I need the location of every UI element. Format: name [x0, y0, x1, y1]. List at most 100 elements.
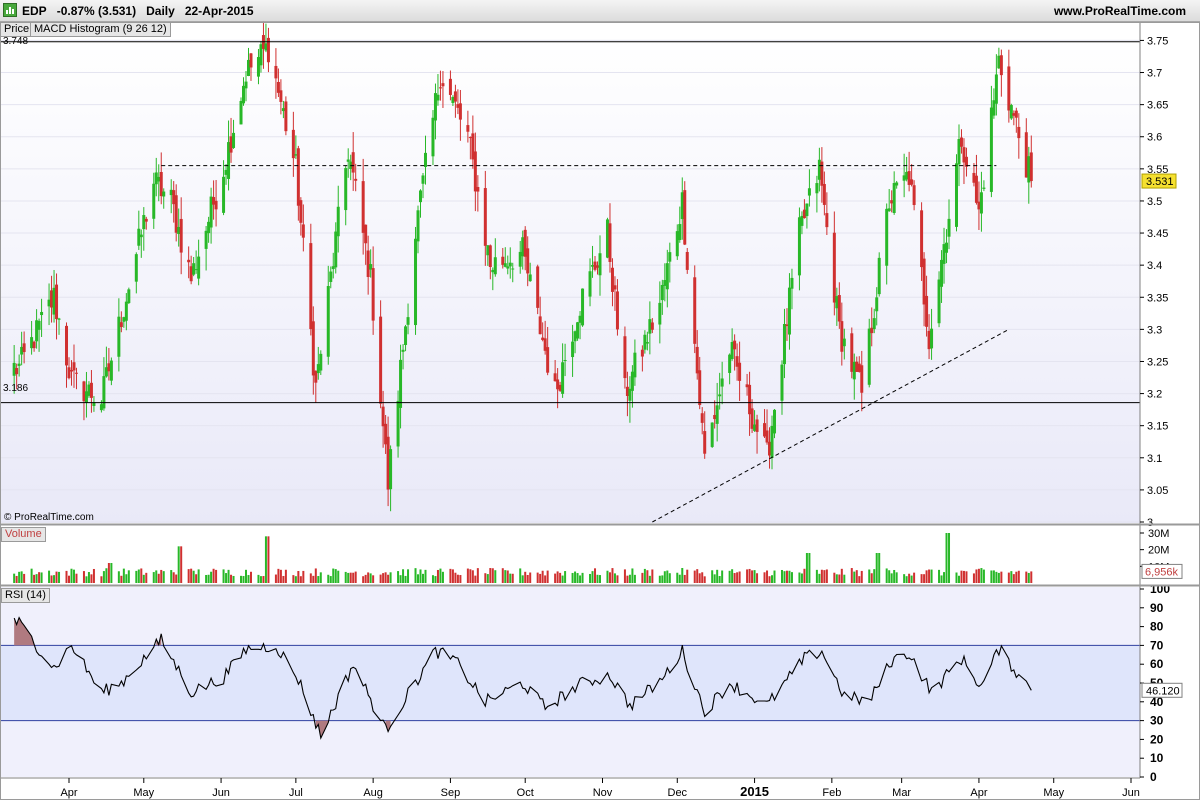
candle-body: [912, 185, 916, 206]
volume-bar: [92, 568, 95, 583]
volume-bar: [591, 571, 594, 583]
volume-bar: [748, 568, 751, 583]
candle-body: [959, 137, 963, 147]
macd-tab[interactable]: MACD Histogram (9 26 12): [30, 22, 171, 37]
candle-body: [650, 322, 654, 330]
candle-body: [546, 347, 550, 373]
candle-body: [458, 103, 462, 120]
candle-body: [399, 359, 403, 408]
x-axis-label: Sep: [441, 787, 461, 799]
candle-body: [979, 192, 983, 214]
rsi-axis-label: 60: [1150, 657, 1164, 671]
volume-bar: [122, 568, 125, 583]
candle-body: [214, 200, 218, 210]
volume-bar: [232, 575, 235, 583]
volume-bar: [633, 574, 636, 583]
volume-bar: [379, 574, 382, 583]
volume-bar: [125, 574, 128, 583]
volume-bar: [721, 570, 724, 583]
candle-body: [366, 250, 370, 278]
chart-canvas: 3.753.73.653.63.553.53.453.43.353.33.253…: [0, 21, 1200, 800]
candle-body: [528, 274, 532, 282]
volume-bar: [736, 572, 739, 583]
volume-bar: [13, 573, 16, 583]
volume-bar: [895, 572, 898, 583]
volume-bar: [965, 571, 968, 583]
volume-bar: [314, 568, 317, 583]
candle-body: [703, 431, 707, 454]
volume-bar: [135, 570, 138, 583]
volume-bar: [436, 569, 439, 583]
candle-body: [805, 203, 809, 217]
candle-body: [179, 218, 183, 253]
candle-body: [423, 152, 427, 168]
volume-bar: [347, 572, 350, 583]
volume-bar: [509, 573, 512, 583]
volume-bar: [491, 568, 494, 583]
volume-bar: [589, 573, 592, 583]
volume-bar: [259, 576, 262, 583]
volume-bar: [162, 571, 165, 583]
candle-body: [309, 243, 313, 330]
price-tab[interactable]: Price: [0, 22, 34, 37]
volume-bar: [367, 572, 370, 583]
volume-axis-label: 30M: [1148, 528, 1169, 540]
volume-bar: [20, 571, 23, 583]
price-axis-label: 3.4: [1147, 260, 1162, 272]
volume-bar: [207, 574, 210, 583]
volume-bar: [875, 553, 878, 583]
rsi-title[interactable]: RSI (14): [1, 588, 50, 603]
volume-bar: [893, 569, 896, 583]
candle-body: [162, 191, 166, 197]
price-plot-area[interactable]: [1, 34, 1140, 523]
volume-bar: [1007, 572, 1010, 583]
volume-bar: [294, 576, 297, 583]
volume-bar: [30, 568, 33, 583]
volume-bar: [354, 571, 357, 583]
candle-body: [668, 252, 672, 262]
volume-title[interactable]: Volume: [1, 527, 46, 542]
volume-bar: [1000, 571, 1003, 583]
candle-body: [448, 78, 452, 95]
candle-body: [354, 178, 358, 181]
volume-bar: [486, 574, 489, 583]
volume-bar: [546, 570, 549, 583]
candle-body: [1017, 126, 1021, 139]
volume-bar: [352, 572, 355, 583]
last-volume-label: 6,956k: [1145, 566, 1179, 578]
candle: [1009, 103, 1013, 120]
volume-bar: [317, 576, 320, 583]
volume-bar: [501, 568, 504, 583]
volume-bar: [698, 573, 701, 583]
volume-bar: [768, 576, 771, 583]
volume-bar: [70, 568, 73, 583]
candle-body: [421, 175, 425, 184]
volume-bar: [175, 574, 178, 583]
volume-bar: [262, 576, 265, 583]
candle-body: [483, 188, 487, 246]
candle-body: [910, 179, 914, 185]
volume-bar: [519, 568, 522, 583]
candle: [683, 181, 687, 246]
volume-bar: [763, 572, 766, 583]
volume-bar: [579, 575, 582, 583]
candle-body: [336, 206, 340, 237]
candle-body: [15, 368, 19, 375]
candle-body: [640, 349, 644, 357]
volume-bar: [192, 570, 195, 583]
volume-bar: [903, 574, 906, 583]
volume-bar: [678, 574, 681, 583]
volume-bar: [980, 568, 983, 583]
candle-body: [414, 238, 418, 326]
candle-body: [17, 363, 21, 366]
volume-bar: [471, 570, 474, 583]
volume-bar: [38, 572, 41, 583]
volume-bar: [798, 572, 801, 583]
candle-body: [892, 183, 896, 213]
candle-body: [877, 257, 881, 295]
volume-bar: [561, 575, 564, 583]
volume-bar: [157, 573, 160, 583]
candle-body: [416, 210, 420, 242]
volume-axis-label: 20M: [1148, 545, 1169, 557]
volume-bar: [701, 572, 704, 583]
